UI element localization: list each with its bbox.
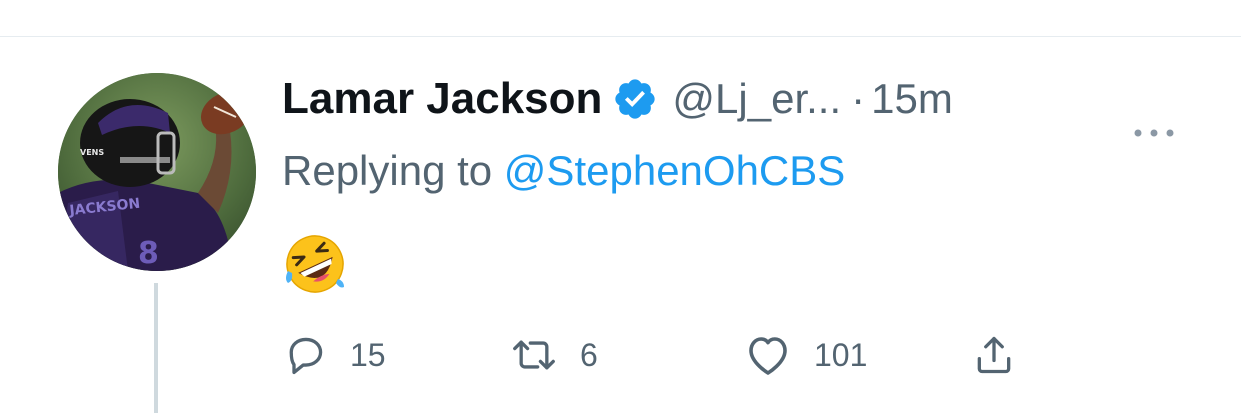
action-bar: 15 6 101 — [282, 333, 1042, 377]
heart-icon[interactable] — [744, 333, 792, 377]
thread-connector-line — [154, 283, 158, 413]
more-options-icon[interactable] — [1132, 123, 1176, 143]
reply-action[interactable]: 15 — [282, 333, 386, 377]
avatar[interactable]: JACKSON VENS 8 — [58, 73, 256, 271]
timestamp[interactable]: 15m — [871, 75, 953, 123]
tweet-header: Lamar Jackson @Lj_er... · 15m — [282, 74, 953, 124]
separator-dot: · — [851, 75, 866, 122]
like-action[interactable]: 101 — [744, 333, 867, 377]
tweet[interactable]: JACKSON VENS 8 Lamar Jackson @Lj_er... ·… — [0, 37, 1241, 413]
rofl-emoji — [286, 235, 344, 293]
reply-mention-link[interactable]: @StephenOhCBS — [504, 147, 846, 194]
like-count: 101 — [814, 336, 868, 373]
user-handle[interactable]: @Lj_er... — [672, 75, 841, 123]
retweet-action[interactable]: 6 — [510, 333, 598, 377]
helmet-text: VENS — [80, 148, 104, 157]
retweet-count: 6 — [580, 336, 598, 373]
replying-to-label: Replying to — [282, 147, 504, 194]
share-action[interactable] — [972, 333, 1016, 377]
avatar-photo: JACKSON VENS 8 — [58, 73, 256, 271]
replying-to-line: Replying to @StephenOhCBS — [282, 147, 845, 195]
verified-badge-icon — [615, 79, 656, 119]
reply-count: 15 — [350, 336, 386, 373]
reply-icon[interactable] — [282, 333, 328, 377]
svg-text:8: 8 — [138, 236, 159, 271]
share-icon[interactable] — [972, 333, 1016, 377]
retweet-icon[interactable] — [510, 333, 558, 377]
display-name[interactable]: Lamar Jackson — [282, 74, 602, 124]
